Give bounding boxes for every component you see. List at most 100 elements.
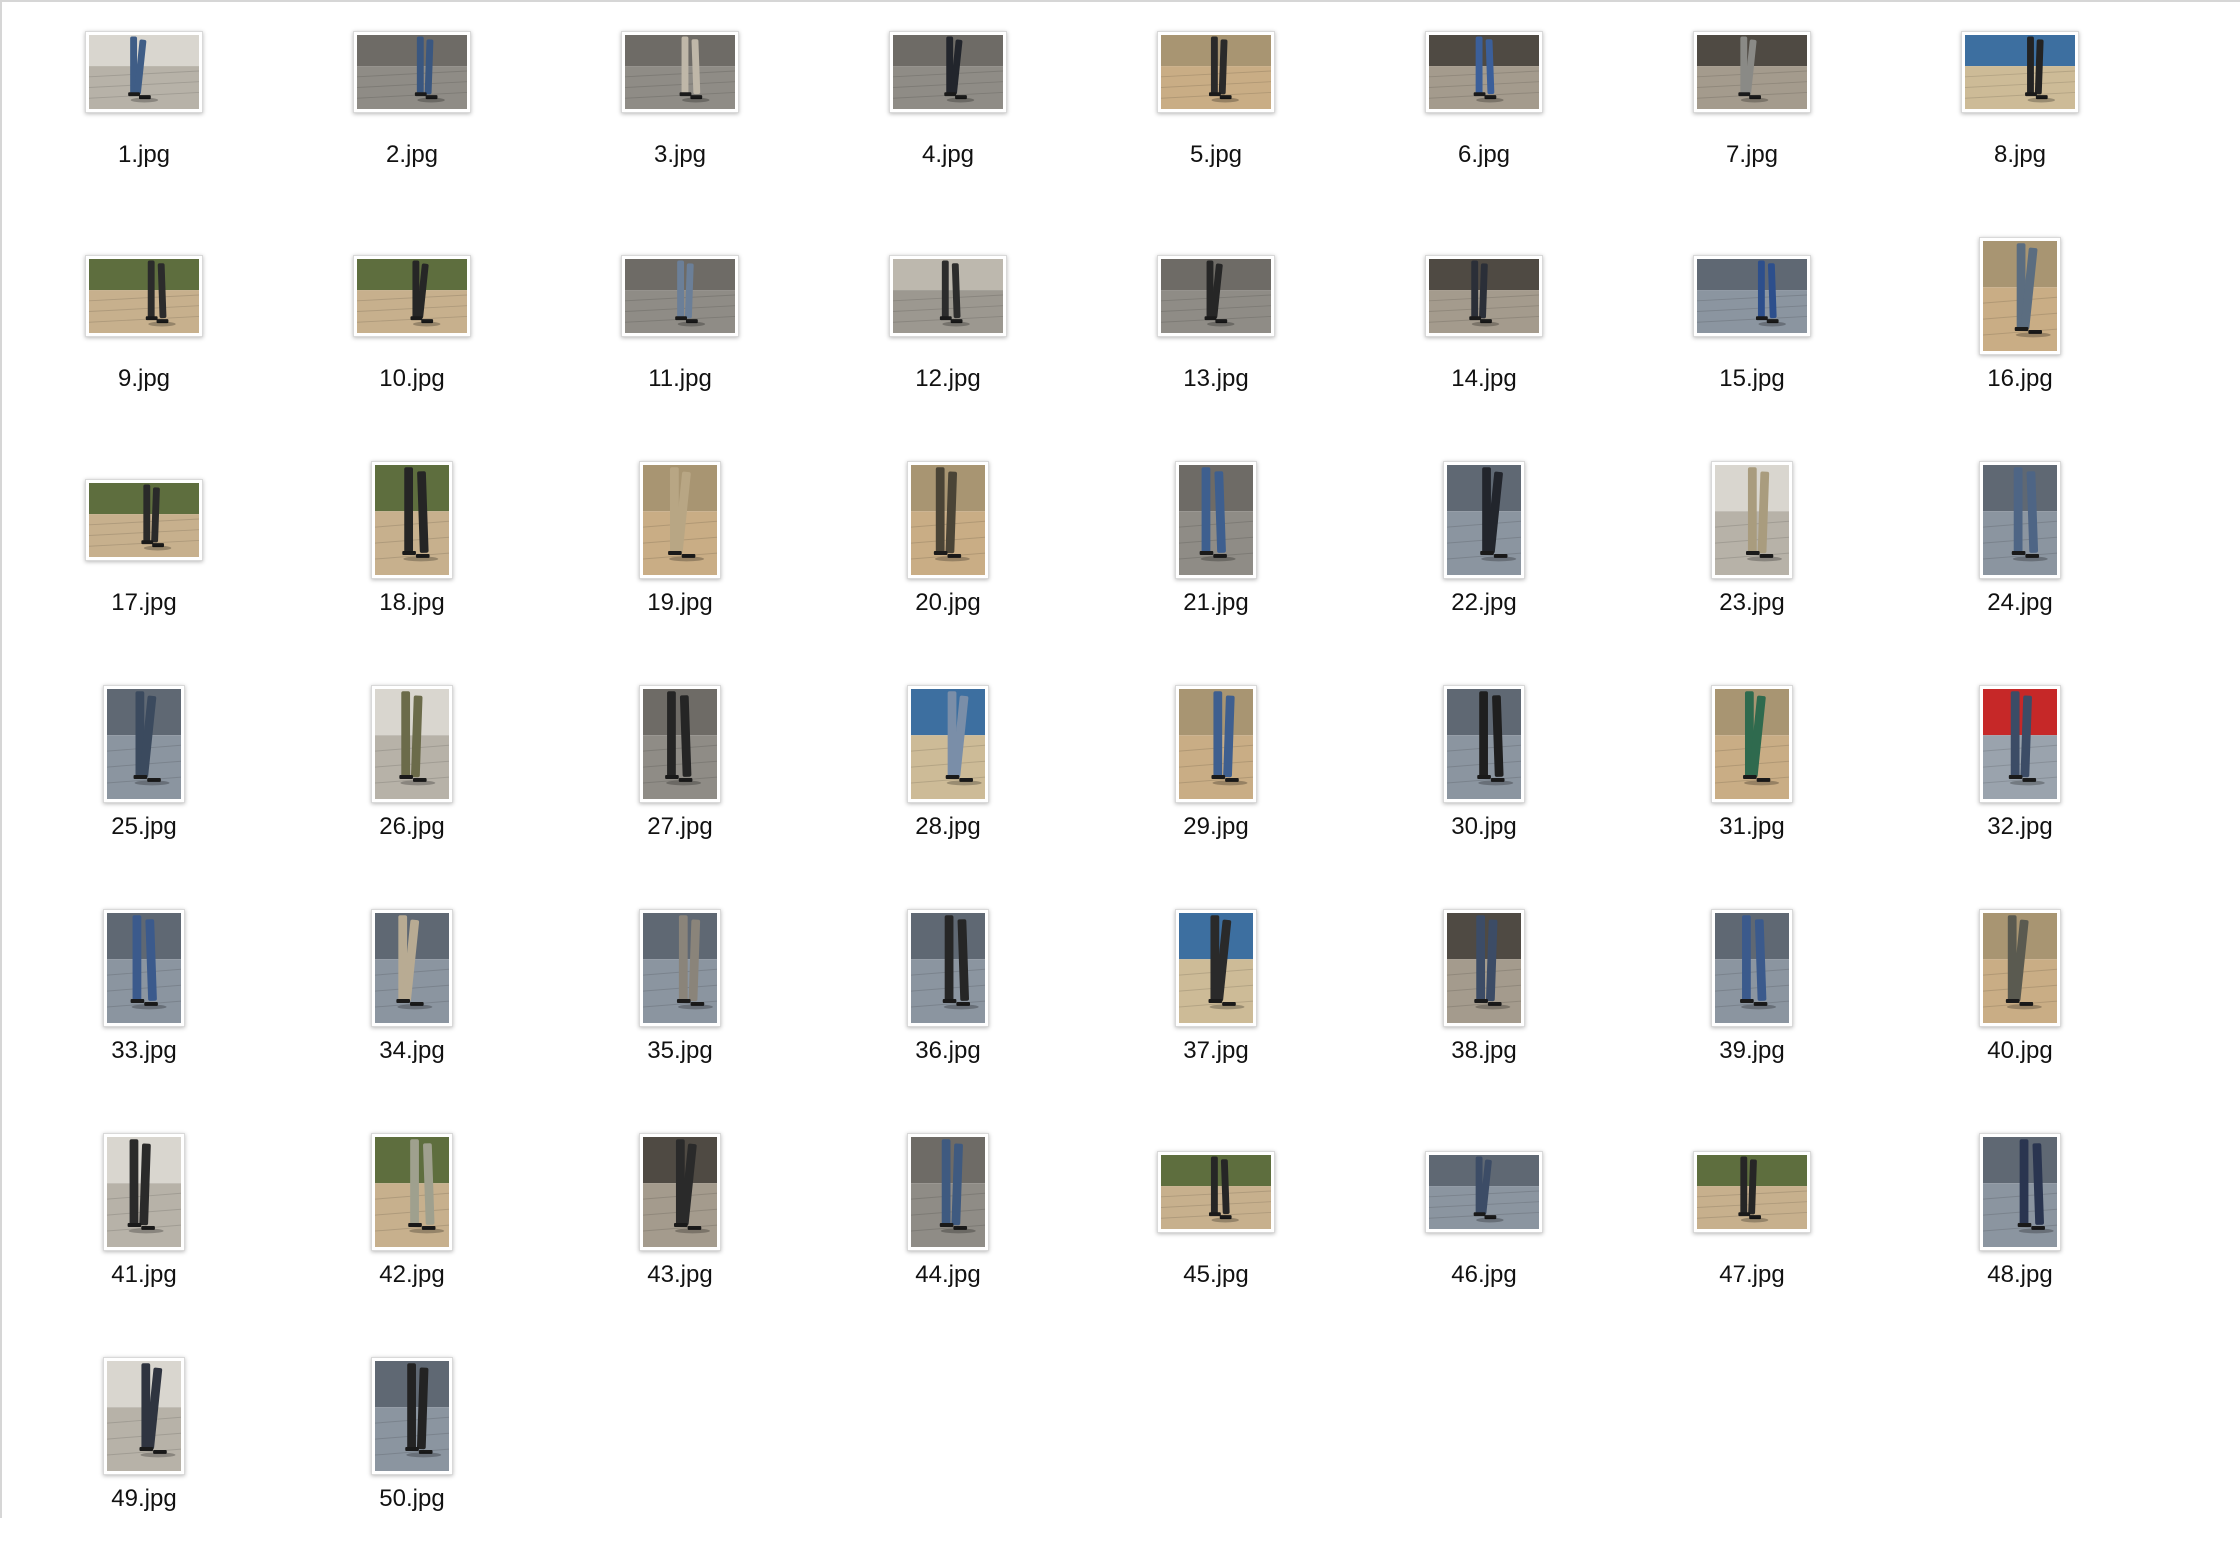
image-thumbnail[interactable] <box>1425 31 1543 113</box>
image-thumbnail[interactable] <box>639 685 721 803</box>
image-thumbnail[interactable] <box>1711 685 1793 803</box>
file-icon[interactable]: 38.jpg <box>1384 903 1584 1103</box>
image-thumbnail[interactable] <box>1175 685 1257 803</box>
image-thumbnail[interactable] <box>621 31 739 113</box>
file-icon[interactable]: 4.jpg <box>848 7 1048 207</box>
file-icon[interactable]: 22.jpg <box>1384 455 1584 655</box>
file-icon[interactable]: 17.jpg <box>44 455 244 655</box>
file-icon[interactable]: 8.jpg <box>1920 7 2120 207</box>
file-icon[interactable]: 26.jpg <box>312 679 512 879</box>
image-thumbnail[interactable] <box>353 255 471 337</box>
image-thumbnail[interactable] <box>639 1133 721 1251</box>
file-icon[interactable]: 6.jpg <box>1384 7 1584 207</box>
file-icon[interactable]: 20.jpg <box>848 455 1048 655</box>
image-thumbnail[interactable] <box>1443 461 1525 579</box>
file-icon[interactable]: 39.jpg <box>1652 903 1852 1103</box>
image-thumbnail[interactable] <box>1175 909 1257 1027</box>
file-icon[interactable]: 36.jpg <box>848 903 1048 1103</box>
file-icon[interactable]: 5.jpg <box>1116 7 1316 207</box>
image-thumbnail[interactable] <box>1157 31 1275 113</box>
file-icon[interactable]: 31.jpg <box>1652 679 1852 879</box>
file-icon[interactable]: 40.jpg <box>1920 903 2120 1103</box>
image-thumbnail[interactable] <box>1979 1133 2061 1251</box>
image-thumbnail[interactable] <box>1979 237 2061 355</box>
file-icon[interactable]: 35.jpg <box>580 903 780 1103</box>
image-thumbnail[interactable] <box>1157 255 1275 337</box>
file-icon[interactable]: 25.jpg <box>44 679 244 879</box>
file-icon[interactable]: 15.jpg <box>1652 231 1852 431</box>
file-icon[interactable]: 43.jpg <box>580 1127 780 1327</box>
image-thumbnail[interactable] <box>371 909 453 1027</box>
file-icon[interactable]: 47.jpg <box>1652 1127 1852 1327</box>
file-icon[interactable]: 19.jpg <box>580 455 780 655</box>
image-thumbnail[interactable] <box>1175 461 1257 579</box>
file-icon[interactable]: 23.jpg <box>1652 455 1852 655</box>
image-thumbnail[interactable] <box>1979 909 2061 1027</box>
file-icon[interactable]: 11.jpg <box>580 231 780 431</box>
image-thumbnail[interactable] <box>353 31 471 113</box>
image-thumbnail[interactable] <box>1425 255 1543 337</box>
image-thumbnail[interactable] <box>1979 685 2061 803</box>
image-thumbnail[interactable] <box>889 255 1007 337</box>
image-thumbnail[interactable] <box>103 685 185 803</box>
file-icon[interactable]: 46.jpg <box>1384 1127 1584 1327</box>
image-thumbnail[interactable] <box>85 31 203 113</box>
file-icon[interactable]: 12.jpg <box>848 231 1048 431</box>
file-icon[interactable]: 49.jpg <box>44 1351 244 1551</box>
image-thumbnail[interactable] <box>639 909 721 1027</box>
image-thumbnail[interactable] <box>907 685 989 803</box>
image-thumbnail[interactable] <box>1443 909 1525 1027</box>
file-icon[interactable]: 44.jpg <box>848 1127 1048 1327</box>
image-thumbnail[interactable] <box>1711 909 1793 1027</box>
file-icon[interactable]: 18.jpg <box>312 455 512 655</box>
image-thumbnail[interactable] <box>103 909 185 1027</box>
file-icon[interactable]: 28.jpg <box>848 679 1048 879</box>
file-icon[interactable]: 21.jpg <box>1116 455 1316 655</box>
image-thumbnail[interactable] <box>1693 1151 1811 1233</box>
file-icon[interactable]: 42.jpg <box>312 1127 512 1327</box>
image-thumbnail[interactable] <box>1157 1151 1275 1233</box>
image-thumbnail[interactable] <box>639 461 721 579</box>
file-icon[interactable]: 29.jpg <box>1116 679 1316 879</box>
file-icon[interactable]: 1.jpg <box>44 7 244 207</box>
file-icon[interactable]: 16.jpg <box>1920 231 2120 431</box>
file-icon[interactable]: 13.jpg <box>1116 231 1316 431</box>
image-thumbnail[interactable] <box>1443 685 1525 803</box>
image-thumbnail[interactable] <box>103 1357 185 1475</box>
file-icon[interactable]: 27.jpg <box>580 679 780 879</box>
image-thumbnail[interactable] <box>621 255 739 337</box>
image-thumbnail[interactable] <box>371 1357 453 1475</box>
file-icon[interactable]: 45.jpg <box>1116 1127 1316 1327</box>
file-icon[interactable]: 33.jpg <box>44 903 244 1103</box>
file-icon[interactable]: 48.jpg <box>1920 1127 2120 1327</box>
image-thumbnail[interactable] <box>1425 1151 1543 1233</box>
file-icon[interactable]: 34.jpg <box>312 903 512 1103</box>
image-thumbnail[interactable] <box>1693 255 1811 337</box>
image-thumbnail[interactable] <box>889 31 1007 113</box>
image-thumbnail[interactable] <box>907 1133 989 1251</box>
image-thumbnail[interactable] <box>907 461 989 579</box>
image-thumbnail[interactable] <box>371 1133 453 1251</box>
image-thumbnail[interactable] <box>85 255 203 337</box>
image-thumbnail[interactable] <box>907 909 989 1027</box>
file-icon[interactable]: 50.jpg <box>312 1351 512 1551</box>
file-icon[interactable]: 41.jpg <box>44 1127 244 1327</box>
file-icon[interactable]: 14.jpg <box>1384 231 1584 431</box>
image-thumbnail[interactable] <box>1711 461 1793 579</box>
file-icon[interactable]: 37.jpg <box>1116 903 1316 1103</box>
file-icon[interactable]: 3.jpg <box>580 7 780 207</box>
file-icon[interactable]: 7.jpg <box>1652 7 1852 207</box>
file-icon[interactable]: 2.jpg <box>312 7 512 207</box>
image-thumbnail[interactable] <box>371 685 453 803</box>
image-thumbnail[interactable] <box>85 479 203 561</box>
image-thumbnail[interactable] <box>1693 31 1811 113</box>
image-thumbnail[interactable] <box>1961 31 2079 113</box>
image-thumbnail[interactable] <box>103 1133 185 1251</box>
file-icon[interactable]: 30.jpg <box>1384 679 1584 879</box>
file-icon[interactable]: 24.jpg <box>1920 455 2120 655</box>
image-thumbnail[interactable] <box>1979 461 2061 579</box>
file-icon[interactable]: 32.jpg <box>1920 679 2120 879</box>
image-thumbnail[interactable] <box>371 461 453 579</box>
file-icon[interactable]: 9.jpg <box>44 231 244 431</box>
file-icon[interactable]: 10.jpg <box>312 231 512 431</box>
